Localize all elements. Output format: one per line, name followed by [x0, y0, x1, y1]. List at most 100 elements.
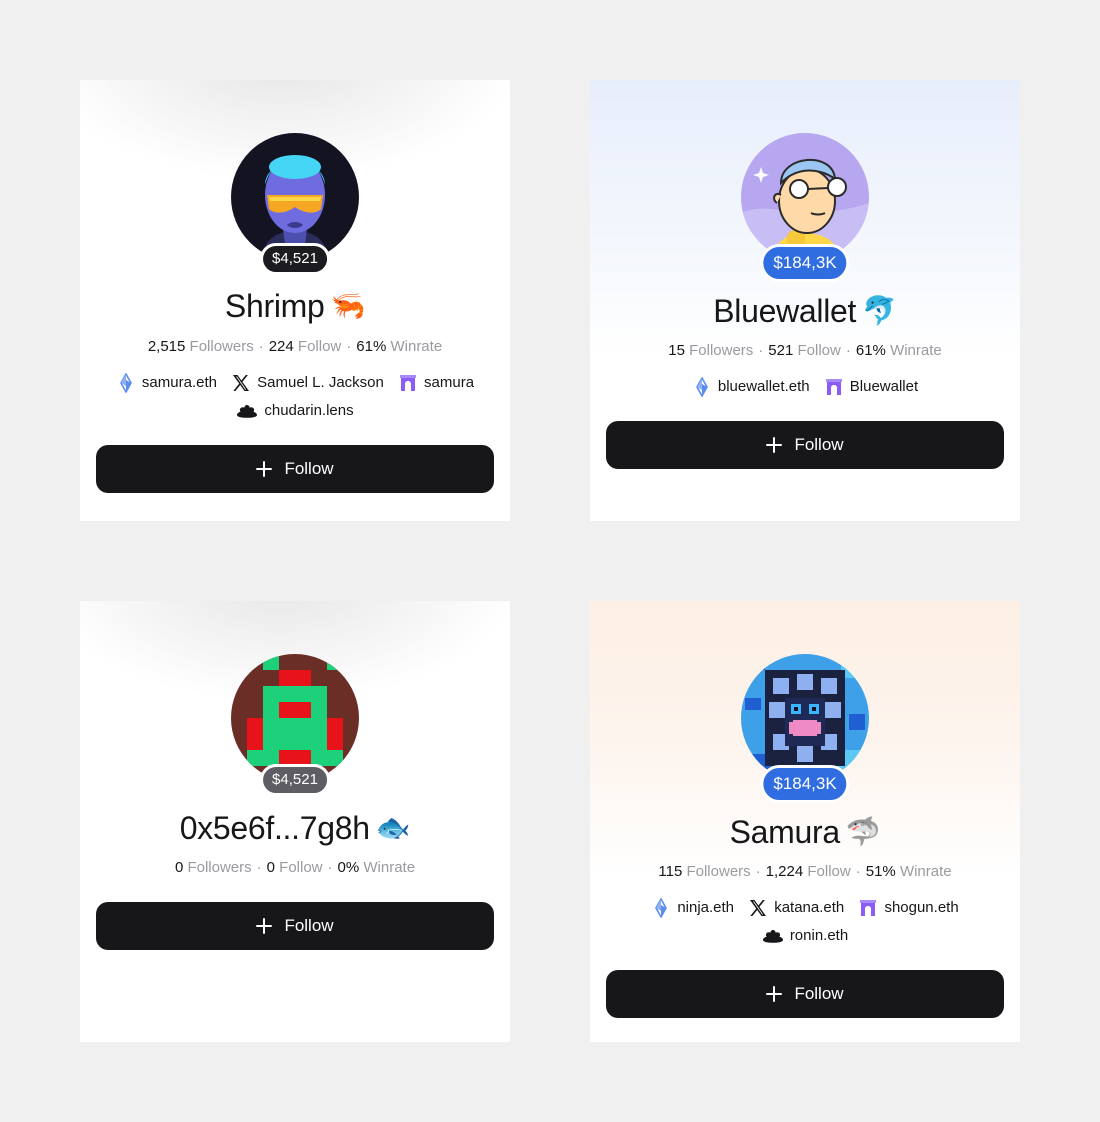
- follow-button[interactable]: Follow: [606, 970, 1004, 1018]
- profile-card: $184,3K Bluewallet 🐬 15 Followers · 521 Fol…: [590, 80, 1020, 521]
- ens-icon: [116, 373, 136, 393]
- profile-name: Bluewallet: [713, 293, 857, 329]
- winrate-value: 51%: [865, 863, 896, 880]
- separator-dot: ·: [758, 342, 764, 359]
- follow-label: Follow: [279, 859, 323, 876]
- social-link-label: samura.eth: [141, 374, 217, 392]
- rank-emoji: 🦈: [845, 816, 881, 847]
- social-link-label: bluewallet.eth: [717, 378, 810, 396]
- follow-button-label: Follow: [284, 916, 334, 935]
- followers-count: 0: [174, 859, 184, 876]
- profile-name: 0x5e6f...7g8h: [179, 810, 370, 846]
- social-link-ens[interactable]: ninja.eth: [651, 894, 734, 922]
- social-links: ninja.eth katana.eth shogun.eth ronin.et…: [610, 894, 1000, 950]
- social-link-label: Samuel L. Jackson: [257, 374, 384, 392]
- social-link-x[interactable]: Samuel L. Jackson: [231, 369, 384, 397]
- avatar-wrap: $4,521: [231, 654, 359, 796]
- social-link-ens[interactable]: bluewallet.eth: [692, 373, 810, 401]
- followers-label: Followers: [189, 338, 254, 355]
- avatar[interactable]: [741, 133, 869, 261]
- social-link-label: shogun.eth: [884, 899, 959, 917]
- followers-label: Followers: [689, 342, 754, 359]
- social-link-farcaster[interactable]: Bluewallet: [824, 373, 918, 401]
- profile-stats: 0 Followers · 0 Follow · 0% Winrate: [80, 859, 510, 876]
- plus-icon: [766, 986, 782, 1002]
- plus-icon: [256, 461, 272, 477]
- followers-count: 2,515: [147, 338, 186, 355]
- winrate-value: 61%: [855, 342, 886, 359]
- balance-badge: $184,3K: [760, 244, 850, 282]
- followers-count: 15: [668, 342, 685, 359]
- ens-icon: [692, 377, 712, 397]
- profile-stats: 115 Followers · 1,224 Follow · 51% Winrate: [590, 863, 1020, 880]
- social-link-lens[interactable]: ronin.eth: [762, 922, 848, 950]
- avatar-wrap: $4,521: [231, 133, 359, 275]
- follow-label: Follow: [297, 338, 342, 355]
- separator-dot: ·: [755, 863, 761, 880]
- social-link-label: Bluewallet: [849, 378, 919, 396]
- profile-name-row: Bluewallet 🐬: [590, 293, 1020, 330]
- social-links: samura.eth Samuel L. Jackson samura chud…: [100, 369, 490, 425]
- avatar[interactable]: [231, 654, 359, 782]
- profile-stats: 2,515 Followers · 224 Follow · 61% Winrate: [80, 338, 510, 355]
- social-link-farcaster[interactable]: shogun.eth: [858, 894, 959, 922]
- followers-label: Followers: [187, 859, 252, 876]
- follow-count: 0: [266, 859, 275, 876]
- follow-button[interactable]: Follow: [606, 421, 1004, 469]
- profile-name-row: Samura 🦈: [590, 814, 1020, 851]
- social-links: bluewallet.eth Bluewallet: [610, 373, 1000, 401]
- lens-icon: [762, 926, 784, 946]
- rank-emoji: 🐟: [375, 812, 411, 843]
- avatar[interactable]: [741, 654, 869, 782]
- farcaster-icon: [858, 898, 878, 918]
- profile-card: $4,521 0x5e6f...7g8h 🐟 0 Followers · 0 Foll…: [80, 601, 510, 1042]
- profile-name-row: 0x5e6f...7g8h 🐟: [80, 810, 510, 847]
- winrate-value: 0%: [337, 859, 360, 876]
- follow-label: Follow: [797, 342, 841, 359]
- social-link-farcaster[interactable]: samura: [398, 369, 474, 397]
- social-link-x[interactable]: katana.eth: [748, 894, 844, 922]
- balance-badge: $4,521: [260, 243, 330, 275]
- separator-dot: ·: [327, 859, 333, 876]
- avatar[interactable]: [231, 133, 359, 261]
- separator-dot: ·: [845, 342, 851, 359]
- ens-icon: [651, 898, 671, 918]
- follow-button[interactable]: Follow: [96, 902, 494, 950]
- follow-button-label: Follow: [284, 459, 334, 478]
- farcaster-icon: [398, 373, 418, 393]
- winrate-label: Winrate: [390, 338, 443, 355]
- social-link-lens[interactable]: chudarin.lens: [236, 397, 354, 425]
- follow-count: 224: [268, 338, 294, 355]
- profile-card: $184,3K Samura 🦈 115 Followers · 1,224 Foll…: [590, 601, 1020, 1042]
- profile-name: Samura: [729, 814, 841, 850]
- plus-icon: [256, 918, 272, 934]
- separator-dot: ·: [258, 338, 264, 355]
- avatar-wrap: $184,3K: [741, 654, 869, 803]
- follow-button-label: Follow: [794, 435, 844, 454]
- avatar-wrap: $184,3K: [741, 133, 869, 282]
- lens-icon: [236, 401, 258, 421]
- profile-name: Shrimp: [224, 288, 325, 324]
- winrate-label: Winrate: [890, 342, 942, 359]
- balance-badge: $4,521: [260, 764, 330, 796]
- follow-count: 521: [768, 342, 794, 359]
- followers-label: Followers: [686, 863, 751, 880]
- profile-card: $4,521 Shrimp 🦐 2,515 Followers · 224 Follo…: [80, 80, 510, 521]
- social-link-ens[interactable]: samura.eth: [116, 369, 217, 397]
- winrate-label: Winrate: [899, 863, 952, 880]
- profile-stats: 15 Followers · 521 Follow · 61% Winrate: [590, 342, 1020, 359]
- social-link-label: ninja.eth: [677, 899, 735, 917]
- followers-count: 115: [658, 863, 683, 880]
- separator-dot: ·: [256, 859, 262, 876]
- social-link-label: chudarin.lens: [264, 402, 354, 420]
- winrate-label: Winrate: [363, 859, 416, 876]
- rank-emoji: 🦐: [330, 290, 366, 321]
- balance-badge: $184,3K: [760, 765, 850, 803]
- farcaster-icon: [824, 377, 844, 397]
- follow-button[interactable]: Follow: [96, 445, 494, 493]
- plus-icon: [766, 437, 782, 453]
- follow-button-label: Follow: [794, 984, 844, 1003]
- x-icon: [748, 898, 768, 918]
- rank-emoji: 🐬: [862, 295, 897, 326]
- separator-dot: ·: [346, 338, 352, 355]
